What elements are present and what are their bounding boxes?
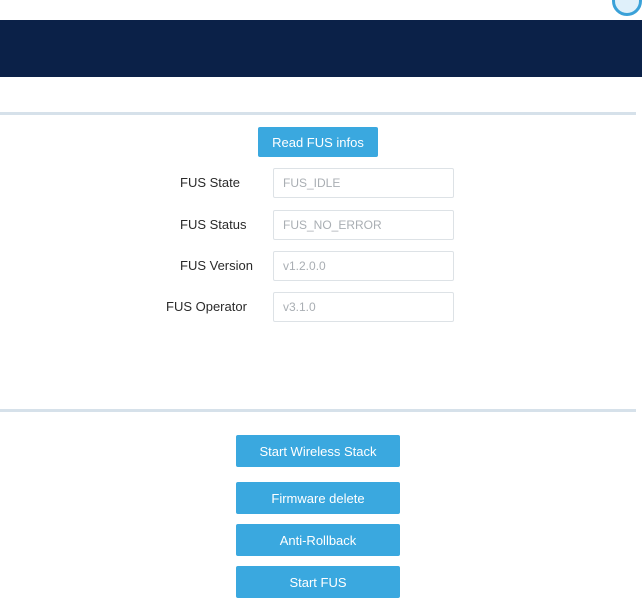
fus-version-label: FUS Version <box>180 258 253 273</box>
section-divider <box>0 409 636 412</box>
read-fus-infos-button[interactable]: Read FUS infos <box>258 127 378 157</box>
top-strip <box>0 0 642 20</box>
section-divider <box>0 112 636 115</box>
start-fus-button[interactable]: Start FUS <box>236 566 400 598</box>
app-logo-icon <box>612 0 642 16</box>
fus-state-row: FUS State <box>0 168 642 198</box>
fus-version-field[interactable] <box>273 251 454 281</box>
fus-status-field[interactable] <box>273 210 454 240</box>
fus-operator-row: FUS Operator <box>0 292 642 322</box>
anti-rollback-button[interactable]: Anti-Rollback <box>236 524 400 556</box>
header-bar <box>0 20 642 77</box>
fus-operator-field[interactable] <box>273 292 454 322</box>
fus-version-row: FUS Version <box>0 251 642 281</box>
fus-status-label: FUS Status <box>180 217 247 232</box>
start-wireless-stack-button[interactable]: Start Wireless Stack <box>236 435 400 467</box>
fus-panel: Read FUS infos FUS State FUS Status FUS … <box>0 0 642 599</box>
fus-status-row: FUS Status <box>0 210 642 240</box>
fus-state-label: FUS State <box>180 175 240 190</box>
firmware-delete-button[interactable]: Firmware delete <box>236 482 400 514</box>
fus-state-field[interactable] <box>273 168 454 198</box>
fus-operator-label: FUS Operator <box>166 299 247 314</box>
